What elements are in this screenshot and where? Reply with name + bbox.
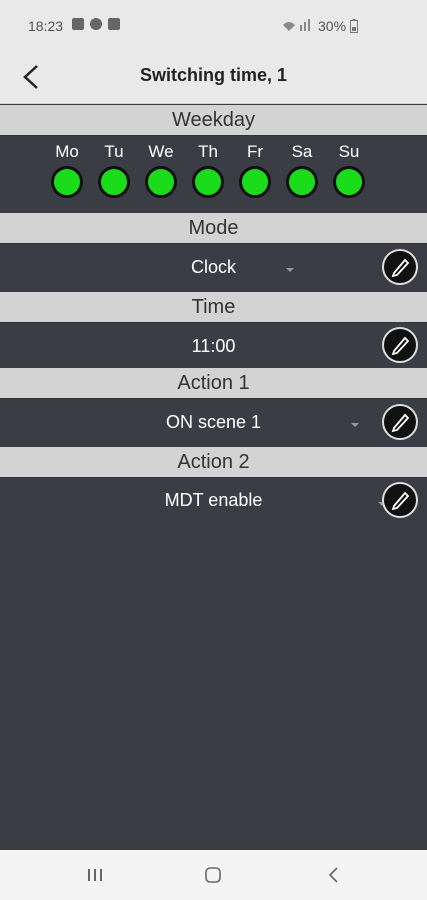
time-row[interactable]: 11:00	[0, 322, 427, 366]
status-time: 18:23	[28, 18, 64, 34]
battery-percent: 30%	[318, 18, 347, 34]
battery-icon	[350, 19, 358, 33]
time-value[interactable]: 11:00	[0, 336, 427, 357]
dropdown-caret-icon	[286, 268, 294, 272]
home-button[interactable]	[200, 862, 226, 888]
back-nav-button[interactable]	[320, 862, 346, 888]
pencil-icon	[391, 413, 410, 433]
action2-header: Action 2	[0, 447, 427, 477]
time-header: Time	[0, 292, 427, 322]
action1-dropdown[interactable]: ON scene 1	[0, 412, 427, 433]
day-label: Sa	[291, 142, 313, 161]
pencil-icon	[391, 491, 410, 511]
back-nav-icon	[328, 867, 338, 883]
day-label: Mo	[55, 142, 79, 161]
edit-mode-button[interactable]	[382, 249, 418, 285]
edit-action1-button[interactable]	[382, 404, 418, 440]
day-indicator[interactable]	[333, 166, 365, 198]
system-nav-bar	[0, 850, 427, 900]
day-indicator[interactable]	[145, 166, 177, 198]
day-label: Tu	[104, 142, 124, 161]
notification-icons	[72, 18, 120, 30]
mode-header: Mode	[0, 213, 427, 243]
grid-icon	[108, 18, 120, 30]
status-bar: 18:23 30%	[0, 0, 427, 52]
day-sa[interactable]: Sa	[285, 142, 319, 198]
day-we[interactable]: We	[144, 142, 178, 198]
weekday-header: Weekday	[0, 105, 427, 135]
action2-dropdown[interactable]: MDT enable	[0, 490, 427, 511]
day-label: Th	[198, 142, 218, 161]
action1-row[interactable]: ON scene 1	[0, 398, 427, 444]
mode-dropdown[interactable]: Clock	[0, 257, 427, 278]
dropdown-caret-icon	[351, 423, 359, 427]
recent-apps-icon	[88, 869, 102, 881]
day-tu[interactable]: Tu	[97, 142, 131, 198]
pencil-icon	[391, 258, 410, 278]
mode-row[interactable]: Clock	[0, 243, 427, 289]
action1-header: Action 1	[0, 368, 427, 398]
weekday-selector: Mo Tu We Th Fr Sa Su	[50, 142, 366, 198]
edit-action2-button[interactable]	[382, 482, 418, 518]
day-su[interactable]: Su	[332, 142, 366, 198]
action2-row[interactable]: MDT enable	[0, 477, 427, 523]
day-mo[interactable]: Mo	[50, 142, 84, 198]
day-label: We	[148, 142, 174, 161]
wifi-signal-icon	[283, 19, 310, 31]
home-icon	[205, 867, 221, 883]
day-indicator[interactable]	[286, 166, 318, 198]
day-label: Su	[338, 142, 360, 161]
day-label: Fr	[246, 142, 264, 161]
recent-apps-button[interactable]	[82, 862, 108, 888]
day-indicator[interactable]	[192, 166, 224, 198]
day-indicator[interactable]	[51, 166, 83, 198]
account-icon	[90, 18, 102, 30]
gallery-icon	[72, 18, 84, 30]
app-bar: Switching time, 1	[0, 52, 427, 104]
day-indicator[interactable]	[98, 166, 130, 198]
edit-time-button[interactable]	[382, 327, 418, 363]
day-indicator[interactable]	[239, 166, 271, 198]
page-title: Switching time, 1	[139, 65, 288, 85]
day-th[interactable]: Th	[191, 142, 225, 198]
day-fr[interactable]: Fr	[238, 142, 272, 198]
pencil-icon	[391, 336, 410, 356]
